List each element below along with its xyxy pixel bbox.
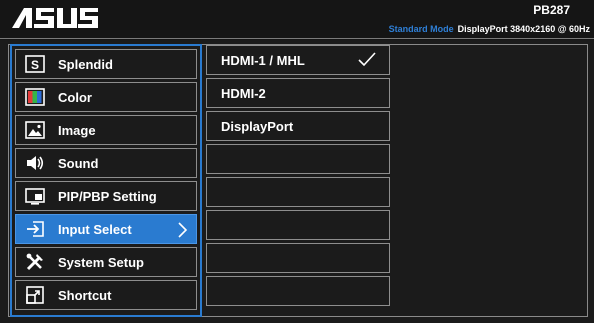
menu-item-label: System Setup [58,254,144,270]
menu-item-label: Shortcut [58,287,112,303]
shortcut-icon [24,284,46,306]
option-hdmi-1-mhl[interactable]: HDMI-1 / MHL [206,45,390,75]
chevron-right-icon [176,221,188,242]
empty-slot [206,177,390,207]
asus-logo [12,8,98,28]
status-line: Standard Mode DisplayPort 3840x2160 @ 60H… [389,24,590,34]
option-displayport[interactable]: DisplayPort [206,111,390,141]
menu-item-system-setup[interactable]: System Setup [15,247,197,277]
menu-item-label: Sound [58,155,99,171]
menu-item-label: Color [58,89,92,105]
option-label: HDMI-2 [221,85,266,101]
empty-slot [206,144,390,174]
menu-item-label: Input Select [58,221,132,237]
splendid-icon: S [24,53,46,75]
input-submenu: HDMI-1 / MHL HDMI-2 DisplayPort [206,44,390,315]
menu-item-sound[interactable]: Sound [15,148,197,178]
menu-item-shortcut[interactable]: Shortcut [15,280,197,310]
option-label: HDMI-1 / MHL [221,52,305,68]
menu-item-input-select[interactable]: Input Select [15,214,197,244]
main-menu: S Splendid Color Image Sound PIP/PBP Set… [10,44,202,317]
menu-item-color[interactable]: Color [15,82,197,112]
empty-slot [206,276,390,306]
checkmark-icon [357,51,377,72]
header-divider [0,38,594,39]
empty-slot [206,210,390,240]
option-hdmi-2[interactable]: HDMI-2 [206,78,390,108]
menu-item-label: Image [58,122,96,138]
input-select-icon [24,218,46,240]
tools-icon [24,251,46,273]
model-name: PB287 [533,3,570,17]
mode-label: Standard Mode [388,24,454,34]
top-bar: PB287 Standard Mode DisplayPort 3840x2160… [0,0,594,40]
menu-item-pip-pbp[interactable]: PIP/PBP Setting [15,181,197,211]
option-label: DisplayPort [221,118,294,134]
menu-item-label: PIP/PBP Setting [58,188,157,204]
menu-item-label: Splendid [58,56,113,72]
svg-text:S: S [31,58,39,72]
image-icon [24,119,46,141]
speaker-icon [24,152,46,174]
pip-icon [24,185,46,207]
signal-info: DisplayPort 3840x2160 @ 60Hz [457,24,590,34]
empty-slot [206,243,390,273]
menu-item-image[interactable]: Image [15,115,197,145]
color-icon [24,86,46,108]
menu-item-splendid[interactable]: S Splendid [15,49,197,79]
